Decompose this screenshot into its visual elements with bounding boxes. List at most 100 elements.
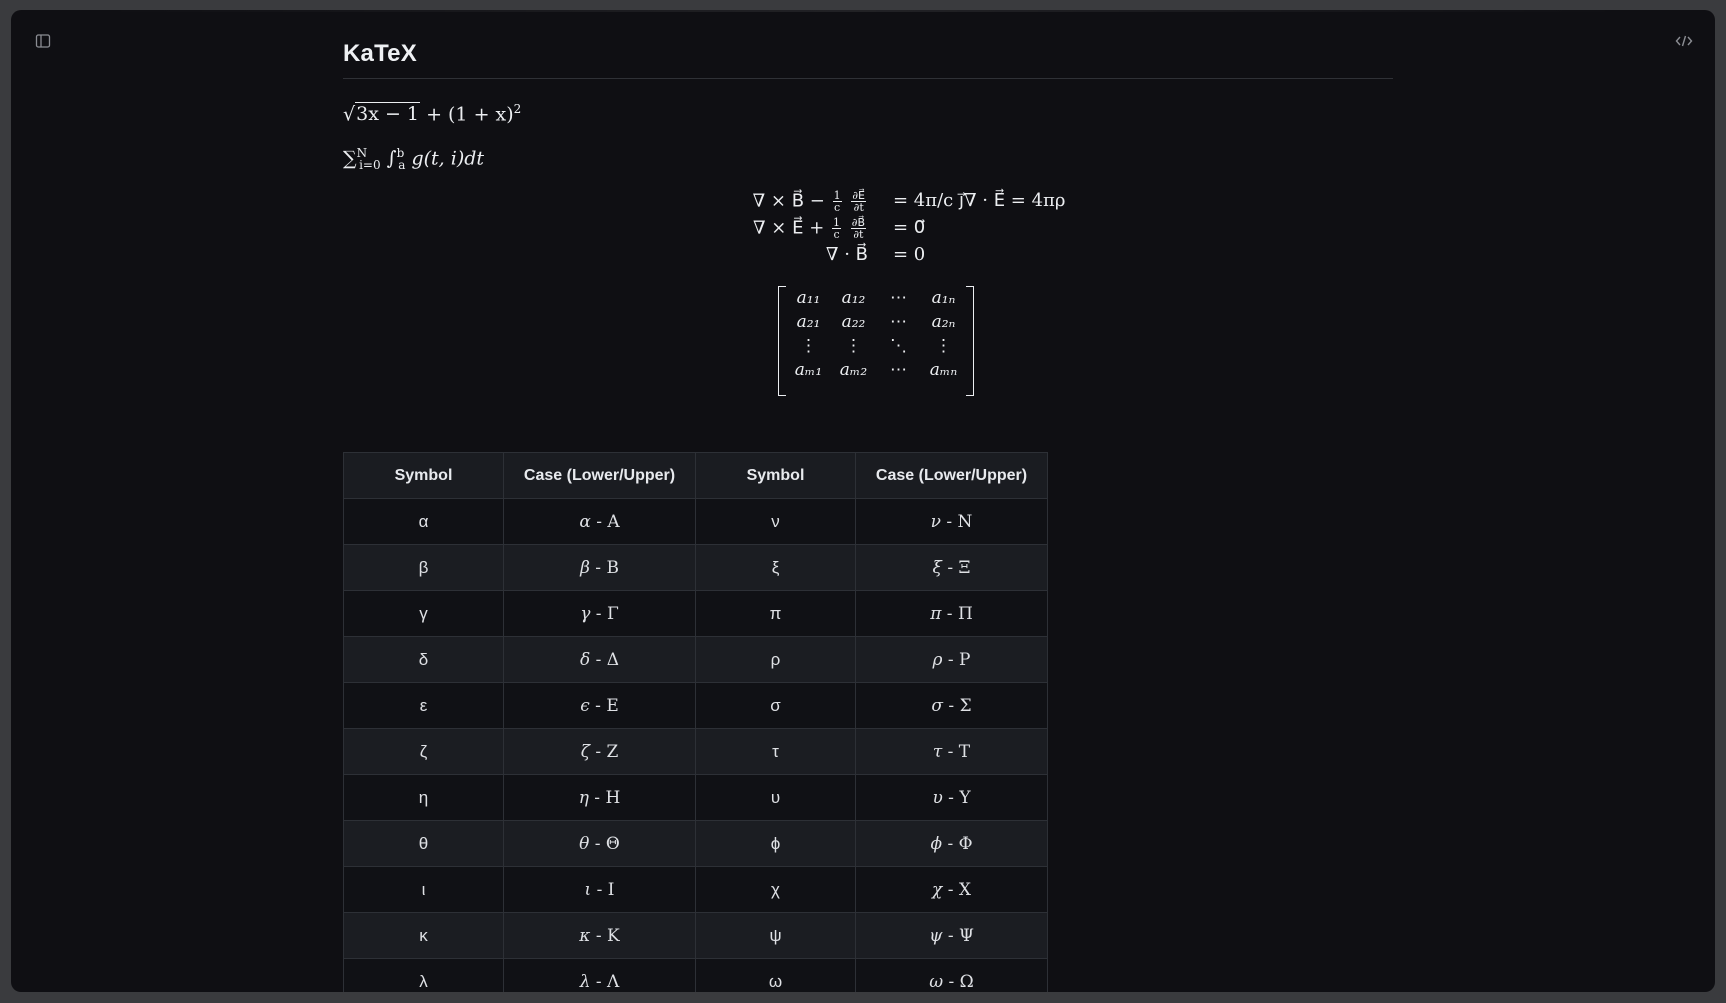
table-row: λλ - Λωω - Ω [343,958,1048,992]
maxwell-lhs: ∇ · B⃗ [825,244,868,265]
case-cell: τ - T [855,728,1048,775]
symbol-cell: ρ [695,636,856,683]
case-cell: χ - X [855,866,1048,913]
frac-den: ∂t [853,228,864,241]
sidebar-toggle-button[interactable] [30,28,56,54]
symbol-cell: τ [695,728,856,775]
lowercase-letter: λ [579,971,591,992]
matrix-grid: a₁₁ a₁₂ ⋯ a₁ₙ a₂₁ a₂₂ ⋯ a₂ₙ ⋮ ⋮ ⋱ ⋮ aₘ₁ … [786,286,966,382]
lowercase-letter: ϕ [930,833,943,854]
case-cell: θ - Θ [503,820,696,867]
case-cell: ξ - Ξ [855,544,1048,591]
lowercase-letter: η [578,787,589,808]
table-body: αα - Aνν - Nββ - Bξξ - Ξγγ - Γππ - Πδδ -… [343,498,1048,992]
lowercase-letter: ξ [932,557,942,578]
table-row: ζζ - Zττ - T [343,728,1048,775]
view-source-button[interactable] [1671,28,1697,54]
page-title: KaTeX [343,40,1393,79]
matrix-cell: aₘ₁ [794,360,823,380]
eq1-exponent: 2 [513,102,522,116]
maxwell-equations: ∇ × B⃗ − 1c ∂E⃗ ∂t = 4π/c j⃗∇ · E⃗ = 4πρ … [718,190,1066,271]
integral-lower: a [398,158,406,173]
matrix-cell: a₁₂ [841,288,866,308]
symbol-cell: ν [695,498,856,545]
maxwell-lhs-text: ∇ × B⃗ − [752,190,825,212]
matrix-cell: ⋮ [845,336,862,356]
frac-den: c [834,201,841,214]
maxwell-rhs: = 0⃗ [893,217,926,238]
greek-letters-table: Symbol Case (Lower/Upper) Symbol Case (L… [343,452,1048,992]
column-header: Case (Lower/Upper) [855,452,1048,499]
table-row: δδ - Δρρ - P [343,636,1048,683]
maxwell-row: ∇ · B⃗ = 0 [718,244,1048,271]
sum-lower: i=0 [359,158,381,173]
maxwell-row: ∇ × B⃗ − 1c ∂E⃗ ∂t = 4π/c j⃗∇ · E⃗ = 4πρ [718,190,1066,217]
lowercase-letter: κ [579,925,591,946]
matrix-cell: a₂ₙ [931,312,956,332]
lowercase-letter: χ [932,879,943,900]
matrix-cell: ⋱ [890,336,907,356]
fraction: ∂B⃗ ∂t [850,217,866,241]
lowercase-letter: υ [932,787,943,808]
preview-window: KaTeX √3x − 1 + (1 + x)2 ∑Ni=0 ∫ba g(t, … [11,10,1715,992]
matrix-cell: a₂₂ [841,312,866,332]
sqrt-equation: √3x − 1 + (1 + x)2 [343,102,522,126]
matrix-right-bracket [966,286,974,396]
case-cell: ω - Ω [855,958,1048,992]
symbol-cell: υ [695,774,856,821]
maxwell-rhs: = 0 [893,244,926,265]
case-cell: ϵ - E [503,682,696,729]
symbol-cell: π [695,590,856,637]
symbol-cell: ζ [343,728,504,775]
matrix-cell: aₘₙ [929,360,958,380]
maxwell-lhs: ∇ × E⃗ + 1c ∂B⃗ ∂t [753,217,868,240]
frac-den: c [833,228,840,241]
case-cell: δ - Δ [503,636,696,683]
case-cell: α - A [503,498,696,545]
table-row: αα - Aνν - N [343,498,1048,545]
lowercase-letter: ω [929,971,944,992]
matrix-cell: a₁ₙ [931,288,956,308]
symbol-cell: ψ [695,912,856,959]
symbol-cell: λ [343,958,504,992]
maxwell-lhs-text: ∇ × E⃗ + [753,217,825,239]
case-cell: ϕ - Φ [855,820,1048,867]
sqrt-radicand: 3x − 1 [355,102,421,126]
lowercase-letter: ρ [932,649,943,670]
table-row: ββ - B ξξ - Ξ [343,544,1048,591]
case-cell: ψ - Ψ [855,912,1048,959]
symbol-cell: η [343,774,504,821]
matrix: a₁₁ a₁₂ ⋯ a₁ₙ a₂₁ a₂₂ ⋯ a₂ₙ ⋮ ⋮ ⋱ ⋮ aₘ₁ … [778,286,974,398]
integrand: g(t, i)dt [411,147,485,170]
matrix-cell: ⋯ [890,288,907,308]
lowercase-letter: β [580,557,590,578]
table-row: κκ - Kψψ - Ψ [343,912,1048,959]
matrix-cell: a₂₁ [796,312,821,332]
sum-integral-equation: ∑Ni=0 ∫ba g(t, i)dt [343,146,484,172]
symbol-cell: κ [343,912,504,959]
column-header: Symbol [343,452,504,499]
case-cell: β - B [503,544,696,591]
case-cell: π - Π [855,590,1048,637]
lowercase-letter: ν [930,511,941,532]
lowercase-letter: ϵ [580,695,590,716]
table-row: ιι - Iχχ - X [343,866,1048,913]
sidebar-panel-icon [35,34,51,48]
maxwell-lhs: ∇ × B⃗ − 1c ∂E⃗ ∂t [753,190,868,213]
fraction: 1c [832,217,842,241]
eq1-rest: + (1 + x) [426,103,514,126]
matrix-cell: a₁₁ [796,288,821,308]
table-row: γγ - Γππ - Π [343,590,1048,637]
case-cell: ζ - Z [503,728,696,775]
case-cell: κ - K [503,912,696,959]
case-cell: γ - Γ [503,590,696,637]
case-cell: ρ - P [855,636,1048,683]
top-highlight [101,10,1625,12]
symbol-cell: ε [343,682,504,729]
symbol-cell: δ [343,636,504,683]
lowercase-letter: τ [932,741,943,762]
symbol-cell: θ [343,820,504,867]
lowercase-letter: γ [580,603,591,624]
lowercase-letter: ι [584,879,592,900]
fraction: ∂E⃗ ∂t [851,190,866,213]
